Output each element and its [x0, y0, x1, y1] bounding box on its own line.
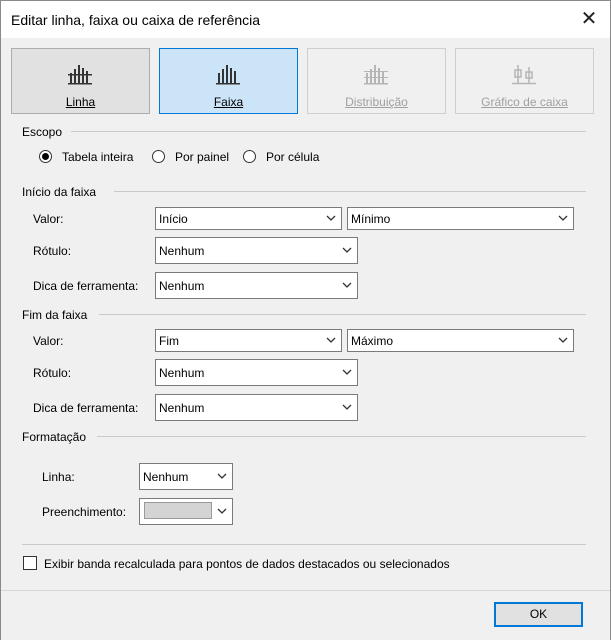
recalc-band-checkbox[interactable]: [23, 556, 37, 570]
band-start-tooltip-text: Nenhum: [159, 279, 205, 293]
band-start-label-label: Rótulo:: [33, 244, 72, 258]
band-end-value-field-text: Fim: [159, 334, 179, 348]
tile-box-plot[interactable]: Gráfico de caixa: [455, 48, 594, 114]
ok-button[interactable]: OK: [494, 602, 583, 627]
band-end-heading: Fim da faixa: [22, 308, 88, 322]
chevron-down-icon: [558, 215, 568, 221]
bar-chart-band-icon: [216, 65, 240, 85]
chevron-down-icon: [342, 282, 352, 288]
band-start-label-select[interactable]: Nenhum: [155, 237, 358, 264]
format-fill-color-picker[interactable]: [139, 498, 233, 525]
tile-band[interactable]: Faixa: [159, 48, 298, 114]
scope-heading: Escopo: [22, 125, 63, 139]
bar-chart-line-icon: [68, 65, 92, 85]
bar-chart-distribution-icon: [364, 65, 388, 85]
band-end-label-label: Rótulo:: [33, 366, 72, 380]
chevron-down-icon: [326, 337, 336, 343]
tile-distribution-label: Distribuição: [345, 95, 408, 109]
band-start-divider: [114, 191, 586, 192]
format-line-label: Linha:: [42, 470, 75, 484]
radio-whole-table[interactable]: [39, 150, 52, 163]
tile-distribution[interactable]: Distribuição: [307, 48, 446, 114]
band-start-tooltip-label: Dica de ferramenta:: [33, 279, 139, 293]
reference-line-dialog: Editar linha, faixa ou caixa de referênc…: [0, 0, 611, 640]
chevron-down-icon: [326, 215, 336, 221]
chevron-down-icon: [217, 508, 227, 514]
band-end-value-agg-select[interactable]: Máximo: [347, 329, 574, 352]
band-start-value-field-text: Início: [159, 212, 188, 226]
band-end-value-agg-text: Máximo: [351, 334, 394, 348]
radio-per-cell[interactable]: [243, 150, 256, 163]
fill-color-swatch: [144, 502, 212, 519]
chevron-down-icon: [217, 473, 227, 479]
chevron-down-icon: [342, 247, 352, 253]
chevron-down-icon: [558, 337, 568, 343]
band-start-tooltip-select[interactable]: Nenhum: [155, 272, 358, 299]
band-end-value-label: Valor:: [33, 334, 64, 348]
band-start-heading: Início da faixa: [22, 185, 97, 199]
close-icon[interactable]: ✕: [578, 8, 600, 30]
radio-per-cell-label[interactable]: Por célula: [266, 150, 319, 164]
chevron-down-icon: [342, 404, 352, 410]
box-plot-icon: [512, 65, 536, 85]
dialog-footer: OK: [1, 590, 610, 640]
band-end-tooltip-select[interactable]: Nenhum: [155, 394, 358, 421]
checkbox-divider: [22, 544, 586, 545]
formatting-divider: [97, 436, 586, 437]
tile-box-plot-label: Gráfico de caixa: [481, 95, 568, 109]
band-start-value-agg-select[interactable]: Mínimo: [347, 207, 574, 230]
recalc-band-checkbox-label[interactable]: Exibir banda recalculada para pontos de …: [44, 557, 450, 571]
dialog-body: Linha Faixa Distribuição Gráfico de caix…: [1, 38, 610, 590]
band-end-tooltip-text: Nenhum: [159, 401, 205, 415]
band-start-value-label: Valor:: [33, 212, 64, 226]
tile-line-label: Linha: [65, 95, 96, 109]
chevron-down-icon: [342, 369, 352, 375]
tile-line[interactable]: Linha: [11, 48, 150, 114]
band-end-value-field-select[interactable]: Fim: [155, 329, 342, 352]
band-end-label-text: Nenhum: [159, 366, 205, 380]
tile-band-label: Faixa: [213, 95, 244, 109]
formatting-heading: Formatação: [22, 430, 87, 444]
radio-per-pane-label[interactable]: Por painel: [175, 150, 229, 164]
band-start-value-field-select[interactable]: Início: [155, 207, 342, 230]
band-end-tooltip-label: Dica de ferramenta:: [33, 401, 139, 415]
radio-per-pane[interactable]: [152, 150, 165, 163]
title-bar: Editar linha, faixa ou caixa de referênc…: [1, 1, 610, 38]
dialog-title: Editar linha, faixa ou caixa de referênc…: [11, 12, 261, 28]
band-start-value-agg-text: Mínimo: [351, 212, 391, 226]
format-line-text: Nenhum: [143, 470, 189, 484]
format-line-select[interactable]: Nenhum: [139, 463, 233, 490]
scope-divider: [71, 131, 586, 132]
radio-whole-table-label[interactable]: Tabela inteira: [62, 150, 133, 164]
band-end-divider: [99, 314, 586, 315]
band-end-label-select[interactable]: Nenhum: [155, 359, 358, 386]
band-start-label-text: Nenhum: [159, 244, 205, 258]
format-fill-label: Preenchimento:: [42, 505, 127, 519]
